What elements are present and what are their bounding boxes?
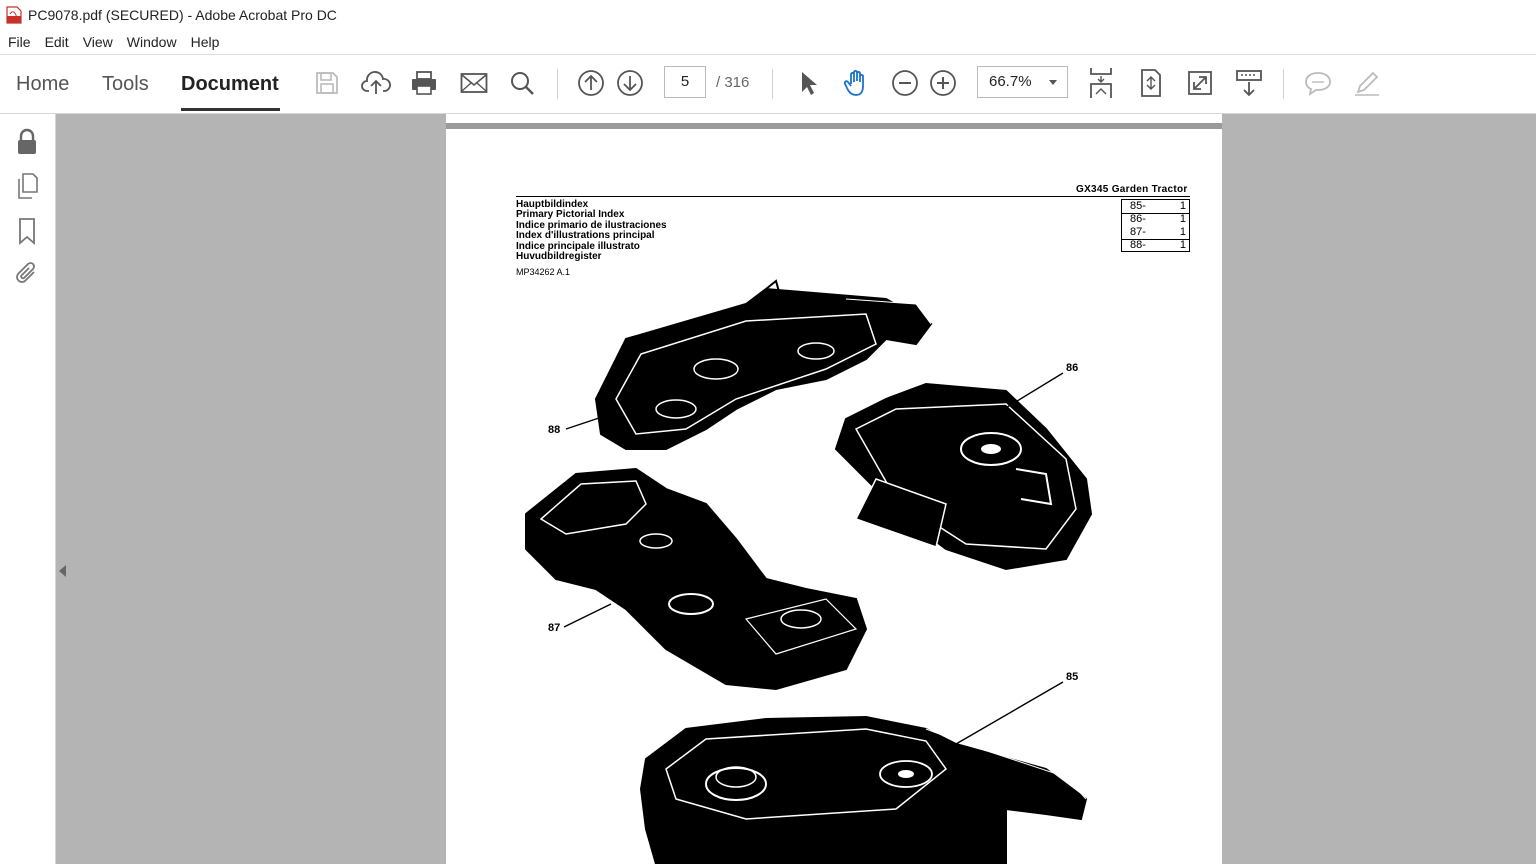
chevron-down-icon [1049,80,1057,85]
tab-tools[interactable]: Tools [102,73,149,96]
pen-sign-icon[interactable] [1351,67,1383,99]
menu-file[interactable]: File [8,34,31,50]
left-navigation-panel [0,114,56,864]
tab-home[interactable]: Home [16,73,69,96]
title-bar: PC9078.pdf (SECURED) - Adobe Acrobat Pro… [0,0,1536,30]
active-tab-indicator [181,108,280,111]
zoom-out-icon[interactable] [889,67,921,99]
bookmark-icon[interactable] [12,216,42,246]
next-page-icon[interactable] [614,67,646,99]
menu-help[interactable]: Help [191,34,220,50]
cloud-upload-icon[interactable] [360,67,392,99]
callout-87: 87 [548,622,561,634]
callout-86: 86 [1066,362,1079,374]
attachment-icon[interactable] [12,259,42,289]
menu-view[interactable]: View [83,34,113,50]
zoom-level-select[interactable]: 66.7% [977,66,1068,98]
toolbar-separator [772,69,773,99]
callout-85: 85 [1066,671,1079,683]
previous-page-icon[interactable] [575,67,607,99]
zoom-in-icon[interactable] [927,67,959,99]
main-toolbar: Home Tools Document 5 / 316 66.7% [0,55,1536,114]
read-mode-icon[interactable] [1233,67,1265,99]
comment-icon[interactable] [1302,67,1334,99]
search-icon[interactable] [506,67,538,99]
mower-deck-illustration [525,279,1093,864]
page-number-input[interactable]: 5 [664,66,706,98]
scroll-mode-icon[interactable] [1085,67,1117,99]
deck-85-drawing [639,715,1088,864]
page-total: / 316 [716,74,750,91]
menu-edit[interactable]: Edit [45,34,69,50]
tab-document[interactable]: Document [181,73,279,96]
lock-icon[interactable] [12,127,42,157]
zoom-value: 66.7% [989,73,1032,90]
collapse-panel-icon[interactable] [59,565,66,577]
print-icon[interactable] [408,67,440,99]
toolbar-separator [1283,69,1284,99]
hand-tool-icon[interactable] [840,67,872,99]
page-thumbnails-icon[interactable] [12,171,42,201]
menu-bar: File Edit View Window Help [0,30,1536,55]
deck-86-drawing [834,382,1093,571]
window-title: PC9078.pdf (SECURED) - Adobe Acrobat Pro… [28,7,337,23]
select-cursor-icon[interactable] [792,67,824,99]
deck-87-drawing [525,467,868,691]
pdf-file-icon [6,6,22,24]
toolbar-separator [557,69,558,99]
email-icon[interactable] [458,67,490,99]
leader-line-87 [563,603,612,628]
save-icon[interactable] [311,67,343,99]
full-screen-icon[interactable] [1184,67,1216,99]
leader-line-85 [955,681,1064,745]
callout-88: 88 [548,424,561,436]
fit-page-icon[interactable] [1135,67,1167,99]
menu-window[interactable]: Window [127,34,177,50]
